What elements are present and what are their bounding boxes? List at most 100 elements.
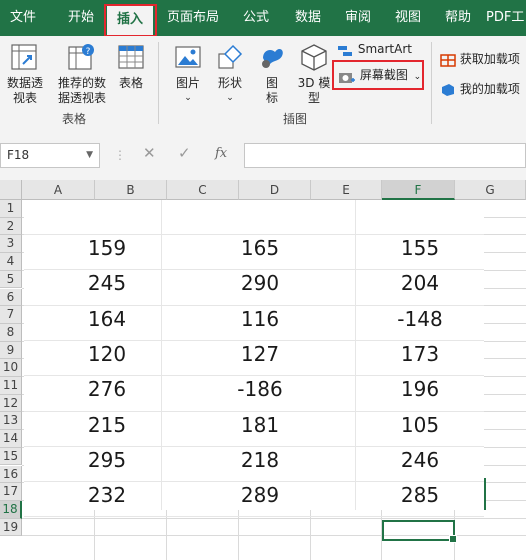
row-header-7[interactable]: 7 [0,306,22,324]
picture-row-line [24,339,484,341]
table-cell-value: -148 [397,306,443,331]
row-header-9[interactable]: 9 [0,341,22,360]
row-header-6[interactable]: 6 [0,288,22,307]
table-button[interactable]: 表格 [113,42,149,91]
column-header-f[interactable]: F [382,180,455,200]
table-cell-value: 164 [87,306,127,331]
chevron-down-icon: ⌄ [184,93,192,103]
picture-row-line [24,375,484,377]
get-addins-button[interactable]: 获取加载项 [440,50,520,68]
3d-model-button[interactable]: 3D 模型 [296,42,332,106]
tab-formulas[interactable]: 公式 [234,0,278,36]
column-header-d[interactable]: D [239,180,311,200]
table-cell-value: 218 [240,447,280,472]
row-header-14[interactable]: 14 [0,430,22,448]
picture-edge-marker [484,478,486,510]
row-header-13[interactable]: 13 [0,412,22,431]
my-addins-label: 我的加载项 [459,82,520,96]
table-cell-value: 204 [400,271,440,296]
table-cell-value: 196 [400,377,440,402]
row-header-1[interactable]: 1 [0,200,22,218]
tab-pdf-tools[interactable]: PDF工 [486,0,526,36]
table-cell-value: 290 [240,271,280,296]
cube-icon [301,44,327,71]
picture-row-line [24,481,484,483]
icons-button[interactable]: 图标 [254,42,290,106]
table-cell-value: 295 [87,447,127,472]
column-header-c[interactable]: C [167,180,239,200]
tab-data[interactable]: 数据 [286,0,330,36]
shapes-label: 形状 [217,76,242,90]
row-header-8[interactable]: 8 [0,323,22,342]
tab-view[interactable]: 视图 [386,0,430,36]
3d-model-label: 3D 模型 [297,76,331,105]
table-cell-value: -186 [237,377,283,402]
table-cell-value: 232 [87,483,127,508]
picture-icon [175,46,201,68]
group-divider [158,42,159,124]
tab-page-layout[interactable]: 页面布局 [160,0,226,36]
column-header-a[interactable]: A [22,180,95,200]
formula-bar: F18 ▼ ⋮ ✕ ✓ fx [0,130,526,180]
recommended-pivot-label: 推荐的数据透视表 [57,76,106,105]
pictures-button[interactable]: 图片 ⌄ [170,42,206,106]
picture-row-line [24,410,484,412]
picture-row-line [24,234,484,235]
table-icon [118,45,144,69]
my-addins-button[interactable]: 我的加载项 [440,80,520,98]
table-cell-value: 285 [400,483,440,508]
table-cell-value: 116 [240,306,280,331]
icons-label: 图标 [265,76,278,105]
recommended-pivot-button[interactable]: ? 推荐的数据透视表 [54,42,108,106]
name-box[interactable]: F18 ▼ [0,143,100,168]
recommended-pivot-icon: ? [68,44,94,70]
icons-icon [262,49,283,68]
picture-column-line [355,200,356,510]
table-cell-value: 289 [240,483,280,508]
table-cell-value: 181 [240,412,280,437]
column-header-g[interactable]: G [455,180,526,200]
select-all-corner[interactable] [0,180,22,200]
row-header-11[interactable]: 11 [0,377,22,395]
tab-file[interactable]: 文件 [0,0,46,36]
row-header-3[interactable]: 3 [0,235,22,254]
row-header-4[interactable]: 4 [0,253,22,271]
column-header-e[interactable]: E [311,180,382,200]
illustrations-group-label: 插图 [283,112,308,126]
row-header-18[interactable]: 18 [0,500,22,519]
chevron-down-icon[interactable]: ▼ [86,144,93,167]
table-cell-value: 120 [87,341,127,366]
table-label: 表格 [118,76,143,90]
shapes-button[interactable]: 形状 ⌄ [212,42,248,106]
enter-icon[interactable]: ✓ [178,144,191,162]
cancel-icon[interactable]: ✕ [143,144,156,162]
tab-home[interactable]: 开始 [58,0,104,36]
fill-handle[interactable] [449,535,457,543]
row-header-5[interactable]: 5 [0,270,22,289]
row-header-10[interactable]: 10 [0,359,22,377]
tables-group-label: 表格 [62,112,87,126]
smartart-button[interactable]: SmartArt [338,40,412,58]
table-cell-value: 245 [87,271,127,296]
row-gridline [22,517,526,519]
column-header-b[interactable]: B [95,180,167,200]
tab-help[interactable]: 帮助 [436,0,480,36]
row-header-19[interactable]: 19 [0,518,22,537]
row-header-12[interactable]: 12 [0,394,22,413]
row-header-15[interactable]: 15 [0,447,22,466]
shapes-icon [218,44,243,69]
row-header-2[interactable]: 2 [0,217,22,236]
row-header-17[interactable]: 17 [0,483,22,501]
pivot-table-button[interactable]: 数据透视表 [2,42,46,106]
drag-handle-icon[interactable]: ⋮ [114,148,126,162]
row-header-16[interactable]: 16 [0,465,22,484]
tab-review[interactable]: 审阅 [336,0,380,36]
smartart-icon [338,44,354,56]
insert-function-icon[interactable]: fx [215,146,227,161]
group-divider [431,42,432,124]
smartart-label: SmartArt [357,42,412,56]
table-cell-value: 215 [87,412,127,437]
formula-input[interactable] [244,143,526,168]
selected-cell-f18[interactable] [382,520,457,543]
worksheet-grid[interactable]: ABCDEFG 1 2 3 4 5 6 7 8 9 10 11 12 13 14 15 16 17 18 19 15… [0,180,526,560]
